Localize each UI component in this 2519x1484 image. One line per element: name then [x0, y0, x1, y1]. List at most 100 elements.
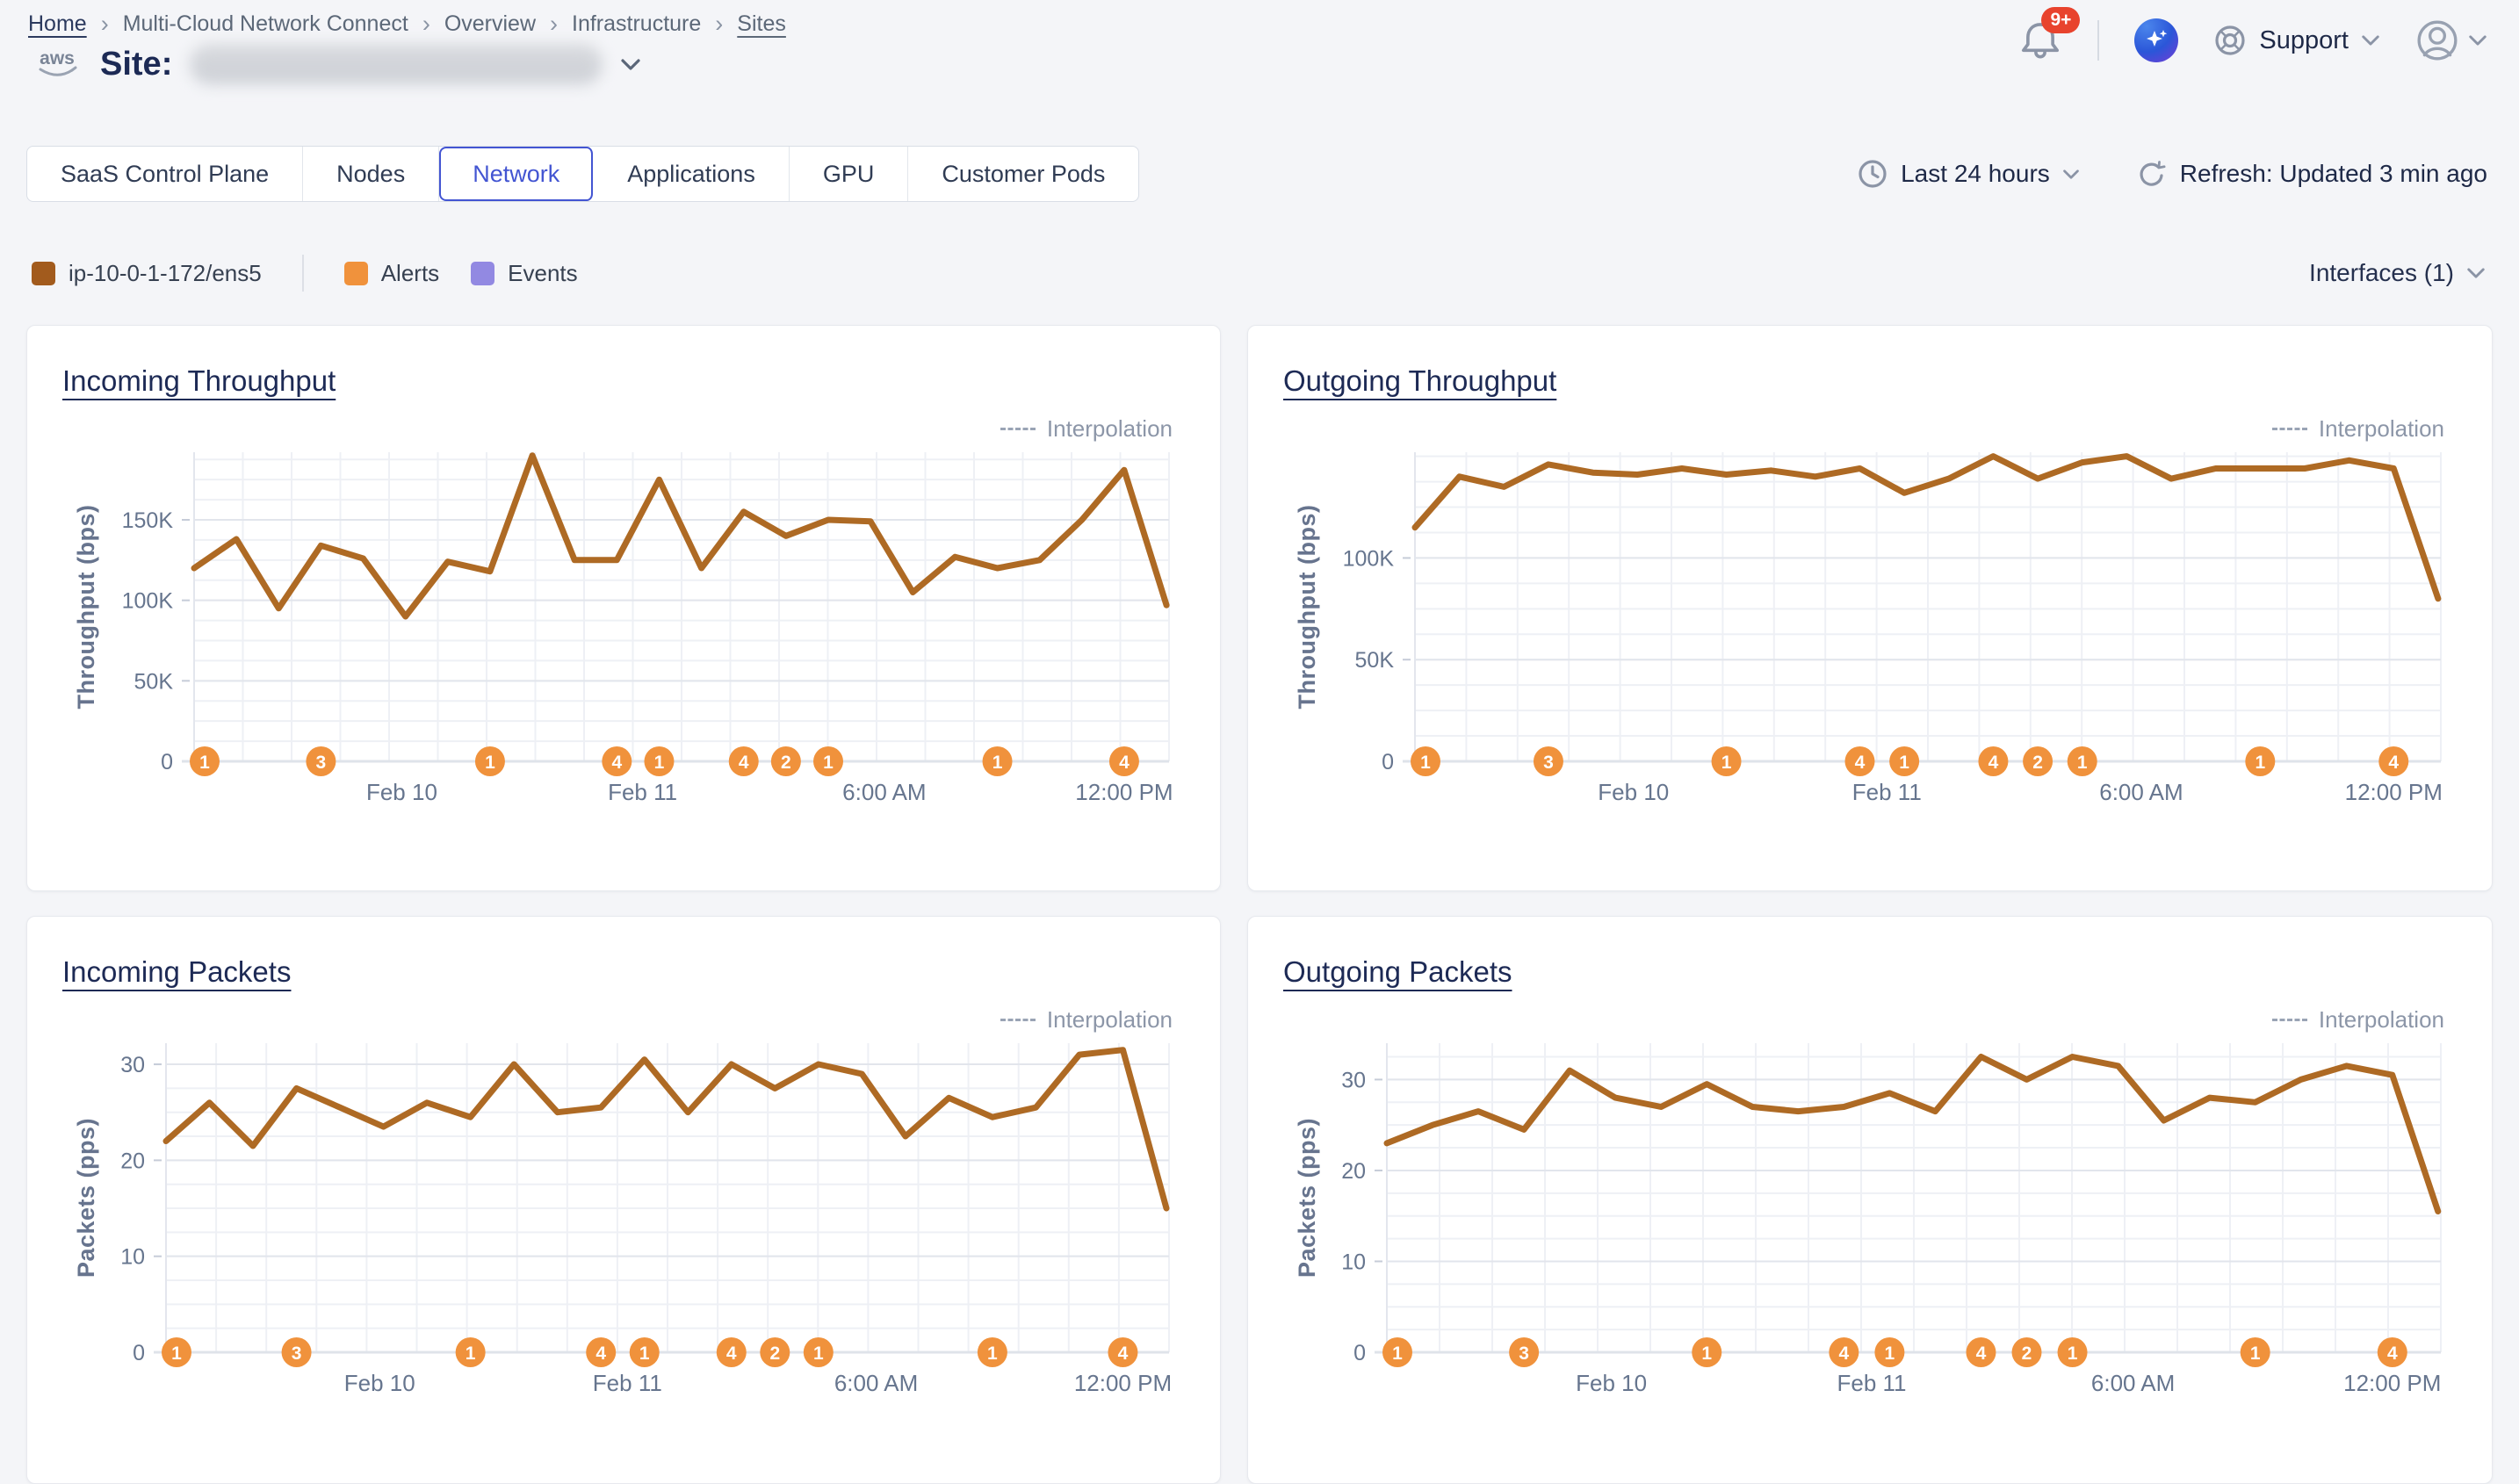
ai-assistant-button[interactable]	[2134, 18, 2178, 62]
line-chart-plot: 0102030Feb 10Feb 116:00 AM12:00 PMPacket…	[62, 1036, 1185, 1416]
alert-badge[interactable]: 1	[1382, 1337, 1412, 1367]
legend-interface[interactable]: ip-10-0-1-172/ens5	[32, 260, 262, 287]
svg-text:1: 1	[2255, 753, 2265, 773]
alert-badge[interactable]: 4	[1844, 746, 1874, 776]
svg-text:12:00 PM: 12:00 PM	[2343, 1370, 2441, 1396]
alert-badge[interactable]: 1	[983, 746, 1013, 776]
svg-text:1: 1	[1701, 1344, 1712, 1364]
alert-badge[interactable]: 1	[1712, 746, 1742, 776]
support-label: Support	[2259, 26, 2349, 55]
support-menu[interactable]: Support	[2213, 24, 2380, 57]
alert-badge[interactable]: 1	[456, 1337, 486, 1367]
line-chart-plot: 050K100KFeb 10Feb 116:00 AM12:00 PMThrou…	[1283, 445, 2457, 825]
notifications-button[interactable]: 9+	[2018, 18, 2062, 63]
svg-text:4: 4	[739, 753, 749, 773]
svg-text:10: 10	[120, 1245, 145, 1270]
site-name-redacted[interactable]	[190, 44, 603, 84]
alerts-label: Alerts	[381, 260, 439, 287]
interpolation-label: Interpolation	[2319, 415, 2444, 443]
alert-badge[interactable]: 1	[644, 746, 674, 776]
alert-badge[interactable]: 3	[306, 746, 336, 776]
breadcrumb-multi-cloud-network-connect[interactable]: Multi-Cloud Network Connect	[123, 11, 408, 37]
svg-text:30: 30	[120, 1053, 145, 1077]
alert-badge[interactable]: 4	[1978, 746, 2008, 776]
alert-badge[interactable]: 3	[1509, 1337, 1539, 1367]
alert-badge[interactable]: 1	[1874, 1337, 1904, 1367]
breadcrumb-home[interactable]: Home	[28, 11, 87, 37]
aws-logo: aws	[32, 45, 83, 83]
alert-badge[interactable]: 2	[771, 746, 801, 776]
svg-text:Feb 11: Feb 11	[1852, 779, 1922, 805]
alert-badge[interactable]: 1	[2058, 1337, 2088, 1367]
alert-badge[interactable]: 1	[475, 746, 505, 776]
alert-badge[interactable]: 1	[813, 746, 843, 776]
alert-badge[interactable]: 1	[2068, 746, 2097, 776]
breadcrumb-infrastructure[interactable]: Infrastructure	[572, 11, 701, 37]
events-swatch	[471, 262, 494, 285]
refresh-button[interactable]: Refresh: Updated 3 min ago	[2136, 158, 2487, 190]
chart-title-link[interactable]: Incoming Throughput	[62, 364, 336, 398]
alert-badge[interactable]: 4	[717, 1337, 747, 1367]
svg-text:20: 20	[1341, 1159, 1366, 1184]
svg-text:12:00 PM: 12:00 PM	[1075, 779, 1173, 805]
alert-badge[interactable]: 1	[190, 746, 220, 776]
alert-badge[interactable]: 1	[2241, 1337, 2270, 1367]
alert-badge[interactable]: 1	[2245, 746, 2275, 776]
interpolation-label: Interpolation	[2319, 1006, 2444, 1034]
svg-text:4: 4	[611, 753, 622, 773]
tab-gpu[interactable]: GPU	[790, 147, 909, 201]
alert-badge[interactable]: 1	[630, 1337, 660, 1367]
svg-text:12:00 PM: 12:00 PM	[1074, 1370, 1172, 1396]
site-label: Site:	[100, 46, 172, 83]
alert-badge[interactable]: 4	[1966, 1337, 1996, 1367]
svg-text:4: 4	[1855, 753, 1866, 773]
breadcrumb-sites[interactable]: Sites	[737, 11, 786, 37]
tab-customer-pods[interactable]: Customer Pods	[908, 147, 1138, 201]
alert-badge[interactable]: 1	[1692, 1337, 1721, 1367]
svg-text:Feb 10: Feb 10	[366, 779, 437, 805]
alert-badge[interactable]: 1	[162, 1337, 191, 1367]
tab-applications[interactable]: Applications	[594, 147, 790, 201]
site-selector-row: aws Site:	[32, 44, 641, 84]
tab-network[interactable]: Network	[439, 147, 594, 201]
svg-text:1: 1	[2068, 1344, 2078, 1364]
alert-badge[interactable]: 3	[1534, 746, 1563, 776]
alert-badge[interactable]: 2	[760, 1337, 790, 1367]
alert-badge[interactable]: 1	[1889, 746, 1919, 776]
svg-text:1: 1	[171, 1344, 182, 1364]
alert-badge[interactable]: 4	[586, 1337, 616, 1367]
alert-badge[interactable]: 4	[1109, 746, 1139, 776]
legend-alerts[interactable]: Alerts	[344, 260, 439, 287]
chevron-down-icon[interactable]	[620, 58, 641, 71]
clock-icon	[1857, 158, 1888, 190]
interface-label: ip-10-0-1-172/ens5	[69, 260, 262, 287]
alert-badge[interactable]: 4	[729, 746, 759, 776]
chart-title-link[interactable]: Outgoing Packets	[1283, 955, 1512, 989]
svg-text:4: 4	[1988, 753, 1999, 773]
interfaces-dropdown[interactable]: Interfaces (1)	[2309, 259, 2486, 287]
alert-badge[interactable]: 1	[978, 1337, 1007, 1367]
alert-badge[interactable]: 1	[1411, 746, 1440, 776]
alert-badge[interactable]: 4	[2378, 746, 2408, 776]
breadcrumb-overview[interactable]: Overview	[444, 11, 536, 37]
alert-badge[interactable]: 2	[2012, 1337, 2042, 1367]
chart-svg: 050K100KFeb 10Feb 116:00 AM12:00 PMThrou…	[1283, 445, 2457, 825]
time-range-dropdown[interactable]: Last 24 hours	[1857, 158, 2080, 190]
alert-badge[interactable]: 4	[1108, 1337, 1137, 1367]
alert-badge[interactable]: 2	[2023, 746, 2053, 776]
alert-badge[interactable]: 4	[1829, 1337, 1859, 1367]
legend-events[interactable]: Events	[471, 260, 578, 287]
alert-badge[interactable]: 3	[282, 1337, 312, 1367]
tab-nodes[interactable]: Nodes	[303, 147, 439, 201]
tab-saas-control-plane[interactable]: SaaS Control Plane	[27, 147, 303, 201]
account-menu[interactable]	[2415, 18, 2487, 62]
alert-badge[interactable]: 4	[2378, 1337, 2407, 1367]
alert-badge[interactable]: 1	[804, 1337, 834, 1367]
svg-text:4: 4	[1976, 1344, 1987, 1364]
alert-badge[interactable]: 4	[602, 746, 632, 776]
chart-title-link[interactable]: Outgoing Throughput	[1283, 364, 1556, 398]
svg-text:1: 1	[639, 1344, 650, 1364]
svg-text:Feb 11: Feb 11	[593, 1370, 662, 1396]
svg-text:6:00 AM: 6:00 AM	[2099, 779, 2183, 805]
chart-title-link[interactable]: Incoming Packets	[62, 955, 291, 989]
